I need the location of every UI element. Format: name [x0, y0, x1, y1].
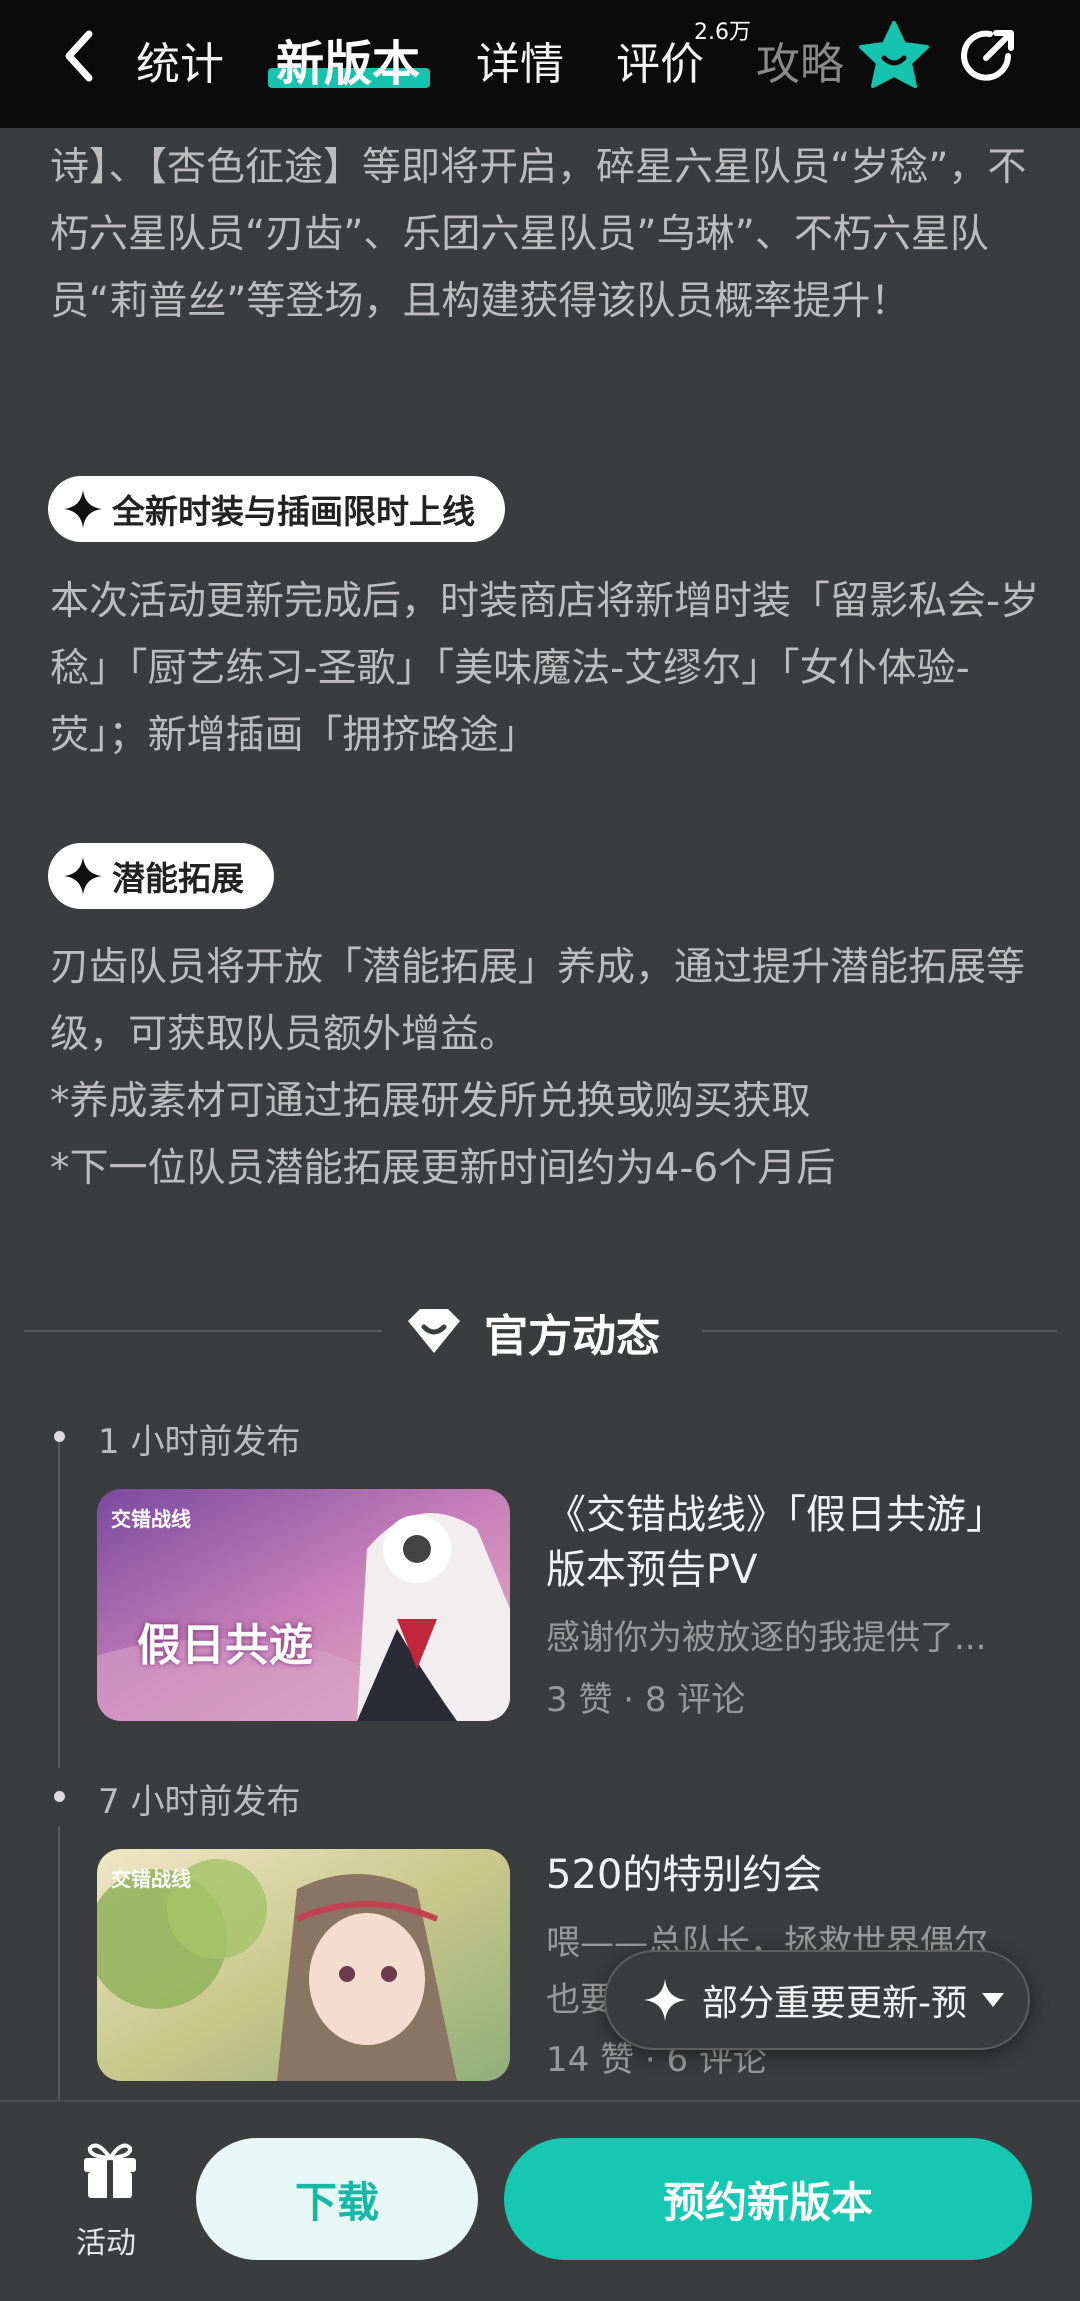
post-time: 7 小时前发布	[98, 1782, 301, 1822]
sparkle-icon	[644, 1979, 686, 2021]
tab-reviews[interactable]: 评价	[616, 28, 704, 92]
timeline-line	[58, 1826, 60, 2101]
activity-label[interactable]: 活动	[76, 2218, 136, 2262]
divider	[702, 1330, 1057, 1332]
thumb-logo: 交错战线	[111, 1867, 191, 1891]
post-thumbnail[interactable]: 交错战线 假日共遊	[97, 1489, 510, 1721]
thumb-logo: 交错战线	[111, 1507, 191, 1531]
reserve-label: 预约新版本	[662, 2177, 873, 2227]
update-intro-text: 诗】、【杏色征途】等即将开启，碎星六星队员“岁稔”，不朽六星队员“刃齿”、乐团六…	[50, 145, 1027, 324]
timeline-dot	[54, 1431, 65, 1442]
review-count-badge: 2.6万	[694, 20, 751, 45]
download-label: 下载	[294, 2177, 379, 2227]
section-tag-label: 全新时装与插画限时上线	[112, 492, 475, 531]
post-title[interactable]: 《交错战线》「假日共游」版本预告PV	[546, 1488, 1016, 1598]
sparkle-icon	[64, 857, 102, 895]
tab-guides[interactable]: 攻略	[756, 28, 844, 92]
star-face-icon[interactable]	[858, 20, 930, 90]
divider	[24, 1330, 382, 1332]
download-button[interactable]: 下载	[196, 2138, 478, 2260]
section-tag-label: 潜能拓展	[112, 859, 244, 898]
section-tag-costumes: 全新时装与插画限时上线	[48, 476, 505, 542]
important-updates-button[interactable]: 部分重要更新-预	[604, 1950, 1030, 2050]
potential-note: *养成素材可通过拓展研发所兑换或购买获取	[50, 1079, 811, 1124]
tab-new-version[interactable]: 新版本	[276, 24, 420, 94]
potential-update-text: 刃齿队员将开放「潜能拓展」养成，通过提升潜能拓展等级，可获取队员额外增益。 *养…	[50, 934, 1040, 1202]
timeline-dot	[54, 1791, 65, 1802]
post-time: 1 小时前发布	[98, 1422, 301, 1462]
timeline-line	[58, 1438, 60, 1768]
post-title[interactable]: 520的特别约会	[546, 1848, 1016, 1903]
post-snippet: 感谢你为被放逐的我提供了...	[546, 1618, 987, 1658]
thumb-caption: 假日共遊	[137, 1620, 313, 1671]
sparkle-icon	[64, 490, 102, 528]
caret-down-icon	[982, 1993, 1004, 2007]
costume-update-text: 本次活动更新完成后，时装商店将新增时装「留影私会-岁稔」「厨艺练习-圣歌」「美味…	[50, 579, 1040, 758]
gift-icon[interactable]	[80, 2138, 140, 2200]
tab-stats[interactable]: 统计	[136, 28, 224, 92]
post-thumbnail[interactable]: 交错战线	[97, 1849, 510, 2081]
post-meta: 3 赞 · 8 评论	[546, 1680, 746, 1720]
important-updates-label: 部分重要更新-预	[702, 1983, 967, 2024]
chevron-left-icon[interactable]	[55, 26, 105, 86]
reserve-new-version-button[interactable]: 预约新版本	[504, 2138, 1032, 2260]
official-news-title: 官方动态	[484, 1311, 660, 1362]
potential-note: *下一位队员潜能拓展更新时间约为4-6个月后	[50, 1146, 836, 1191]
top-navigation-bar: 统计 新版本 详情 评价 2.6万 攻略	[0, 0, 1080, 128]
section-tag-potential: 潜能拓展	[48, 843, 274, 909]
diamond-heart-icon	[408, 1309, 460, 1353]
potential-body: 刃齿队员将开放「潜能拓展」养成，通过提升潜能拓展等级，可获取队员额外增益。	[50, 945, 1026, 1057]
share-icon[interactable]	[958, 24, 1020, 86]
tab-details[interactable]: 详情	[476, 28, 564, 92]
